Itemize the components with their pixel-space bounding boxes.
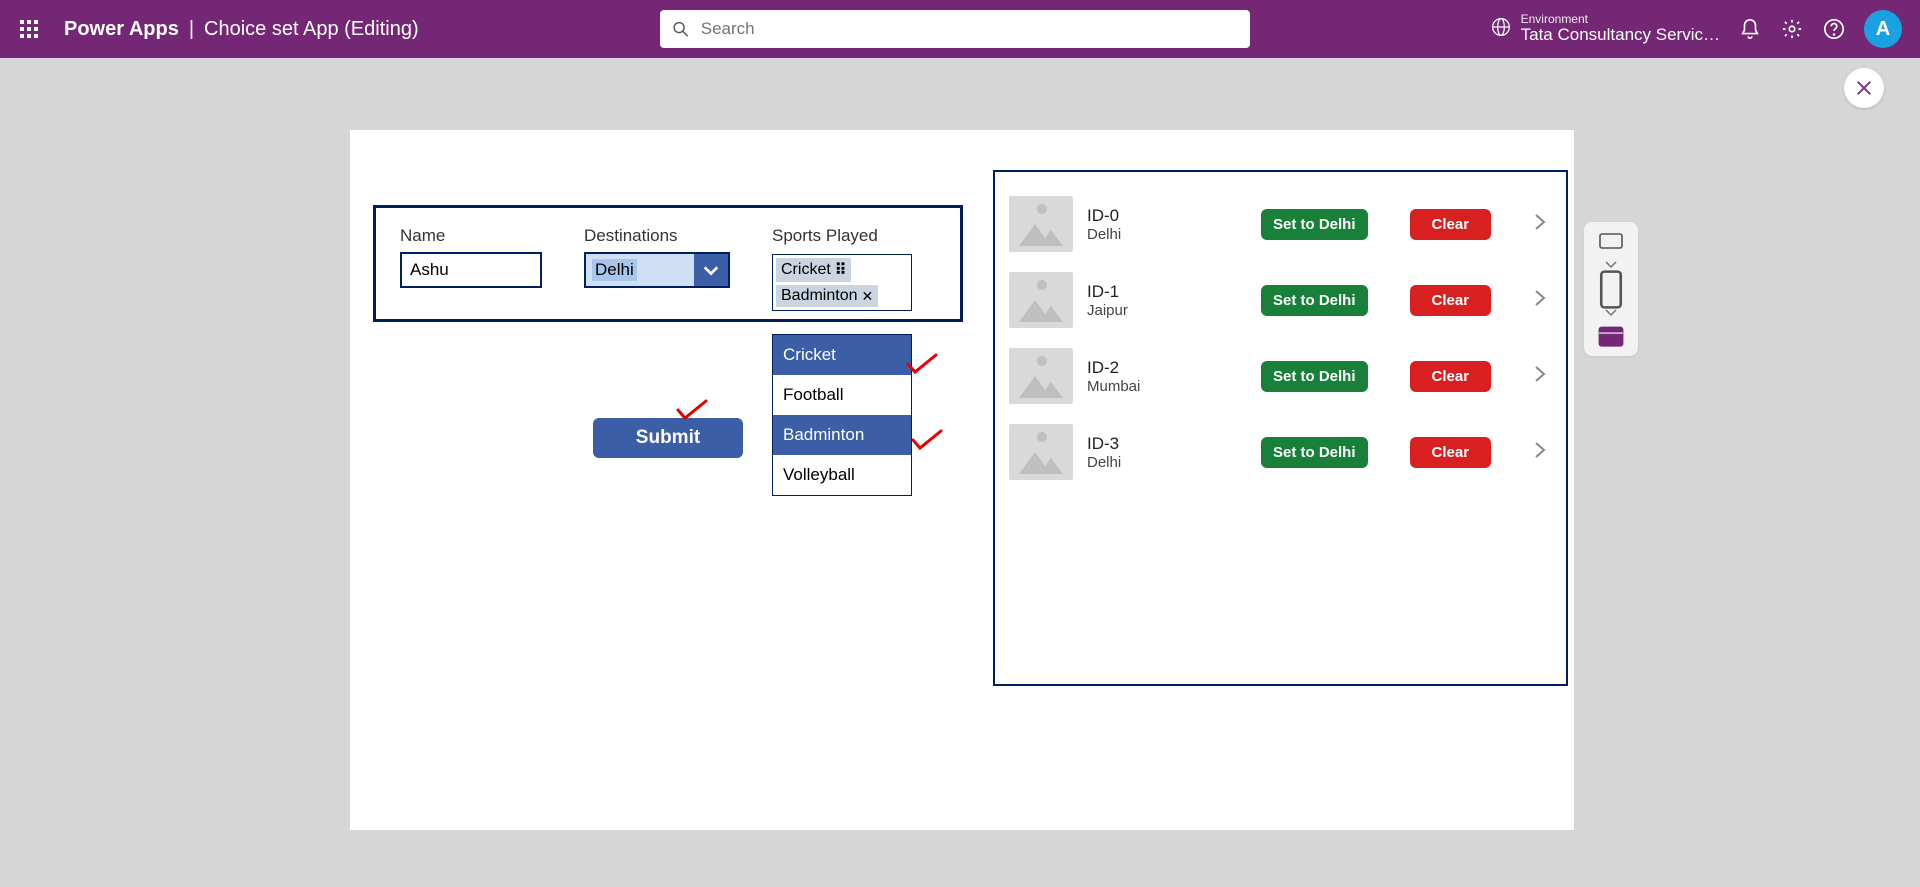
annotation-checkmark-icon: [910, 428, 944, 452]
drag-handle-icon[interactable]: ⠿: [835, 260, 846, 280]
device-landscape-icon[interactable]: [1598, 232, 1624, 250]
image-placeholder-icon: [1009, 348, 1073, 404]
sports-tag: Badminton✕: [776, 285, 878, 307]
submit-button[interactable]: Submit: [593, 418, 743, 458]
chevron-right-icon[interactable]: [1534, 441, 1546, 464]
help-icon[interactable]: [1822, 17, 1846, 41]
clear-button[interactable]: Clear: [1410, 285, 1492, 316]
destinations-select[interactable]: Delhi: [584, 252, 730, 288]
sports-tag: Cricket⠿: [776, 258, 851, 282]
record-id: ID-3: [1087, 434, 1247, 454]
app-launcher-icon[interactable]: [0, 0, 58, 58]
chevron-down-icon[interactable]: [694, 254, 728, 286]
form-container: Name Destinations Delhi Sports Played: [373, 205, 963, 322]
device-caret-icon[interactable]: [1598, 304, 1624, 322]
destinations-value: Delhi: [586, 254, 694, 286]
record-id: ID-0: [1087, 206, 1247, 226]
sports-combo[interactable]: Cricket⠿ Badminton✕: [772, 254, 912, 311]
chevron-right-icon[interactable]: [1534, 213, 1546, 236]
brand-title: Power Apps: [64, 18, 179, 41]
set-to-delhi-button[interactable]: Set to Delhi: [1261, 285, 1368, 316]
search-input[interactable]: [699, 18, 1238, 40]
record-city: Delhi: [1087, 454, 1247, 471]
header-right: Environment Tata Consultancy Servic… A: [1491, 10, 1920, 48]
sports-option[interactable]: Football: [773, 375, 911, 415]
set-to-delhi-button[interactable]: Set to Delhi: [1261, 437, 1368, 468]
settings-icon[interactable]: [1780, 17, 1804, 41]
set-to-delhi-button[interactable]: Set to Delhi: [1261, 361, 1368, 392]
record-card: ID-1 Jaipur Set to Delhi Clear: [1005, 262, 1556, 338]
record-card: ID-0 Delhi Set to Delhi Clear: [1005, 186, 1556, 262]
remove-tag-icon[interactable]: ✕: [862, 288, 874, 305]
chevron-right-icon[interactable]: [1534, 365, 1546, 388]
user-avatar[interactable]: A: [1864, 10, 1902, 48]
record-city: Jaipur: [1087, 302, 1247, 319]
record-card: ID-3 Delhi Set to Delhi Clear: [1005, 414, 1556, 490]
clear-button[interactable]: Clear: [1410, 437, 1492, 468]
annotation-checkmark-icon: [675, 398, 709, 422]
globe-icon: [1491, 17, 1511, 42]
record-city: Delhi: [1087, 226, 1247, 243]
environment-name: Tata Consultancy Servic…: [1521, 26, 1720, 45]
clear-button[interactable]: Clear: [1410, 361, 1492, 392]
sports-option[interactable]: Cricket: [773, 335, 911, 375]
sports-label: Sports Played: [772, 226, 878, 246]
brand-separator: |: [189, 18, 194, 41]
destinations-label: Destinations: [584, 226, 730, 246]
close-preview-button[interactable]: [1844, 68, 1884, 108]
image-placeholder-icon: [1009, 196, 1073, 252]
environment-label: Environment: [1521, 13, 1720, 26]
sports-option[interactable]: Badminton: [773, 415, 911, 455]
app-header: Power Apps | Choice set App (Editing) En…: [0, 0, 1920, 58]
device-rail: [1584, 222, 1638, 356]
search-icon: [672, 20, 689, 38]
search-box[interactable]: [660, 10, 1250, 48]
sports-dropdown: Cricket Football Badminton Volleyball: [772, 334, 912, 496]
record-card: ID-2 Mumbai Set to Delhi Clear: [1005, 338, 1556, 414]
device-phone-icon[interactable]: [1598, 280, 1624, 298]
app-name: Choice set App (Editing): [204, 18, 419, 41]
annotation-checkmark-icon: [905, 352, 939, 376]
search-wrapper: [419, 10, 1491, 48]
image-placeholder-icon: [1009, 424, 1073, 480]
name-input[interactable]: [400, 252, 542, 288]
chevron-right-icon[interactable]: [1534, 289, 1546, 312]
preview-stage: Name Destinations Delhi Sports Played: [0, 58, 1920, 887]
records-list: ID-0 Delhi Set to Delhi Clear ID-1 Jaipu…: [993, 170, 1568, 686]
record-id: ID-2: [1087, 358, 1247, 378]
name-label: Name: [400, 226, 542, 246]
image-placeholder-icon: [1009, 272, 1073, 328]
clear-button[interactable]: Clear: [1410, 209, 1492, 240]
environment-picker[interactable]: Environment Tata Consultancy Servic…: [1491, 13, 1720, 45]
notifications-icon[interactable]: [1738, 17, 1762, 41]
record-city: Mumbai: [1087, 378, 1247, 395]
sports-option[interactable]: Volleyball: [773, 455, 911, 495]
app-canvas: Name Destinations Delhi Sports Played: [350, 130, 1574, 830]
device-fit-icon[interactable]: [1598, 328, 1624, 346]
set-to-delhi-button[interactable]: Set to Delhi: [1261, 209, 1368, 240]
record-id: ID-1: [1087, 282, 1247, 302]
